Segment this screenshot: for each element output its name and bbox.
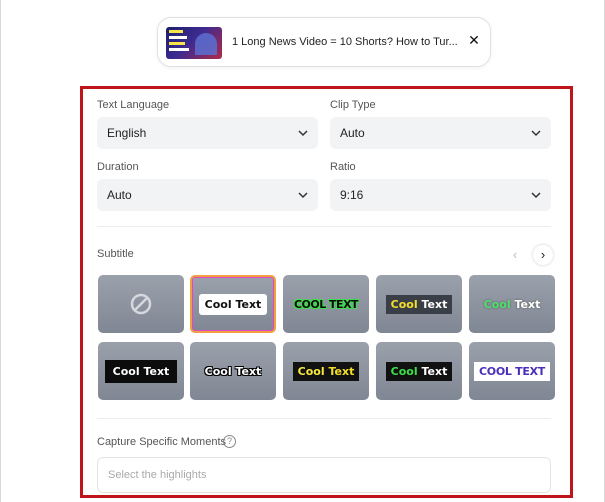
chevron-left-icon[interactable]: ‹ bbox=[505, 245, 525, 265]
subtitle-style-caption: Cool Text bbox=[204, 364, 262, 378]
clip-type-value: Auto bbox=[340, 126, 365, 140]
video-chip: 1 Long News Video = 10 Shorts? How to Tu… bbox=[157, 17, 491, 67]
help-icon[interactable]: ? bbox=[223, 435, 236, 448]
subtitle-style-caption: COOL TEXT bbox=[293, 297, 359, 311]
subtitle-style-none[interactable] bbox=[98, 275, 184, 333]
subtitle-style-caption: Cool Text bbox=[385, 361, 453, 381]
subtitle-label: Subtitle bbox=[97, 248, 134, 260]
ratio-select[interactable]: 9:16 bbox=[330, 179, 551, 211]
capture-moments-label: Capture Specific Moments bbox=[97, 436, 226, 448]
duration-value: Auto bbox=[107, 188, 132, 202]
video-title: 1 Long News Video = 10 Shorts? How to Tu… bbox=[232, 36, 458, 48]
ratio-value: 9:16 bbox=[340, 188, 364, 202]
subtitle-style-caption: Cool Text bbox=[198, 293, 268, 315]
ratio-label: Ratio bbox=[330, 161, 356, 173]
highlights-input[interactable]: Select the highlights bbox=[97, 457, 551, 493]
video-thumbnail bbox=[166, 27, 222, 59]
chevron-right-icon[interactable]: › bbox=[533, 245, 553, 265]
subtitle-style-caption: Cool Text bbox=[292, 361, 360, 381]
duration-select[interactable]: Auto bbox=[97, 179, 318, 211]
chevron-down-icon bbox=[298, 130, 308, 137]
subtitle-style-caption: COOL TEXT bbox=[474, 361, 550, 381]
subtitle-style-caption: Cool Text bbox=[385, 294, 453, 314]
left-border bbox=[0, 0, 1, 502]
chevron-down-icon bbox=[531, 130, 541, 137]
text-language-label: Text Language bbox=[97, 99, 170, 111]
subtitle-style-yellow-black[interactable]: Cool Text bbox=[283, 342, 369, 400]
subtitle-style-black-box[interactable]: Cool Text bbox=[98, 342, 184, 400]
clip-type-label: Clip Type bbox=[330, 99, 376, 111]
text-language-select[interactable]: English bbox=[97, 117, 318, 149]
subtitle-style-caption: Cool Text bbox=[104, 359, 178, 383]
chevron-down-icon bbox=[531, 192, 541, 199]
subtitle-style-caption: Cool Text bbox=[483, 297, 541, 311]
no-style-icon bbox=[130, 293, 152, 315]
subtitle-style-green-white[interactable]: Cool Text bbox=[469, 275, 555, 333]
subtitle-style-outline-green[interactable]: COOL TEXT bbox=[283, 275, 369, 333]
divider bbox=[97, 226, 551, 227]
chevron-down-icon bbox=[298, 192, 308, 199]
settings-panel: Text Language English Clip Type Auto Dur… bbox=[80, 86, 573, 498]
subtitle-style-white-purple[interactable]: COOL TEXT bbox=[469, 342, 555, 400]
text-language-value: English bbox=[107, 126, 147, 140]
divider bbox=[97, 418, 551, 419]
subtitle-style-green-black[interactable]: Cool Text bbox=[376, 342, 462, 400]
close-icon[interactable]: ✕ bbox=[464, 30, 484, 50]
subtitle-style-white-box[interactable]: Cool Text bbox=[190, 275, 276, 333]
duration-label: Duration bbox=[97, 161, 139, 173]
subtitle-style-dark-yellow[interactable]: Cool Text bbox=[376, 275, 462, 333]
clip-type-select[interactable]: Auto bbox=[330, 117, 551, 149]
subtitle-style-outline-black[interactable]: Cool Text bbox=[190, 342, 276, 400]
